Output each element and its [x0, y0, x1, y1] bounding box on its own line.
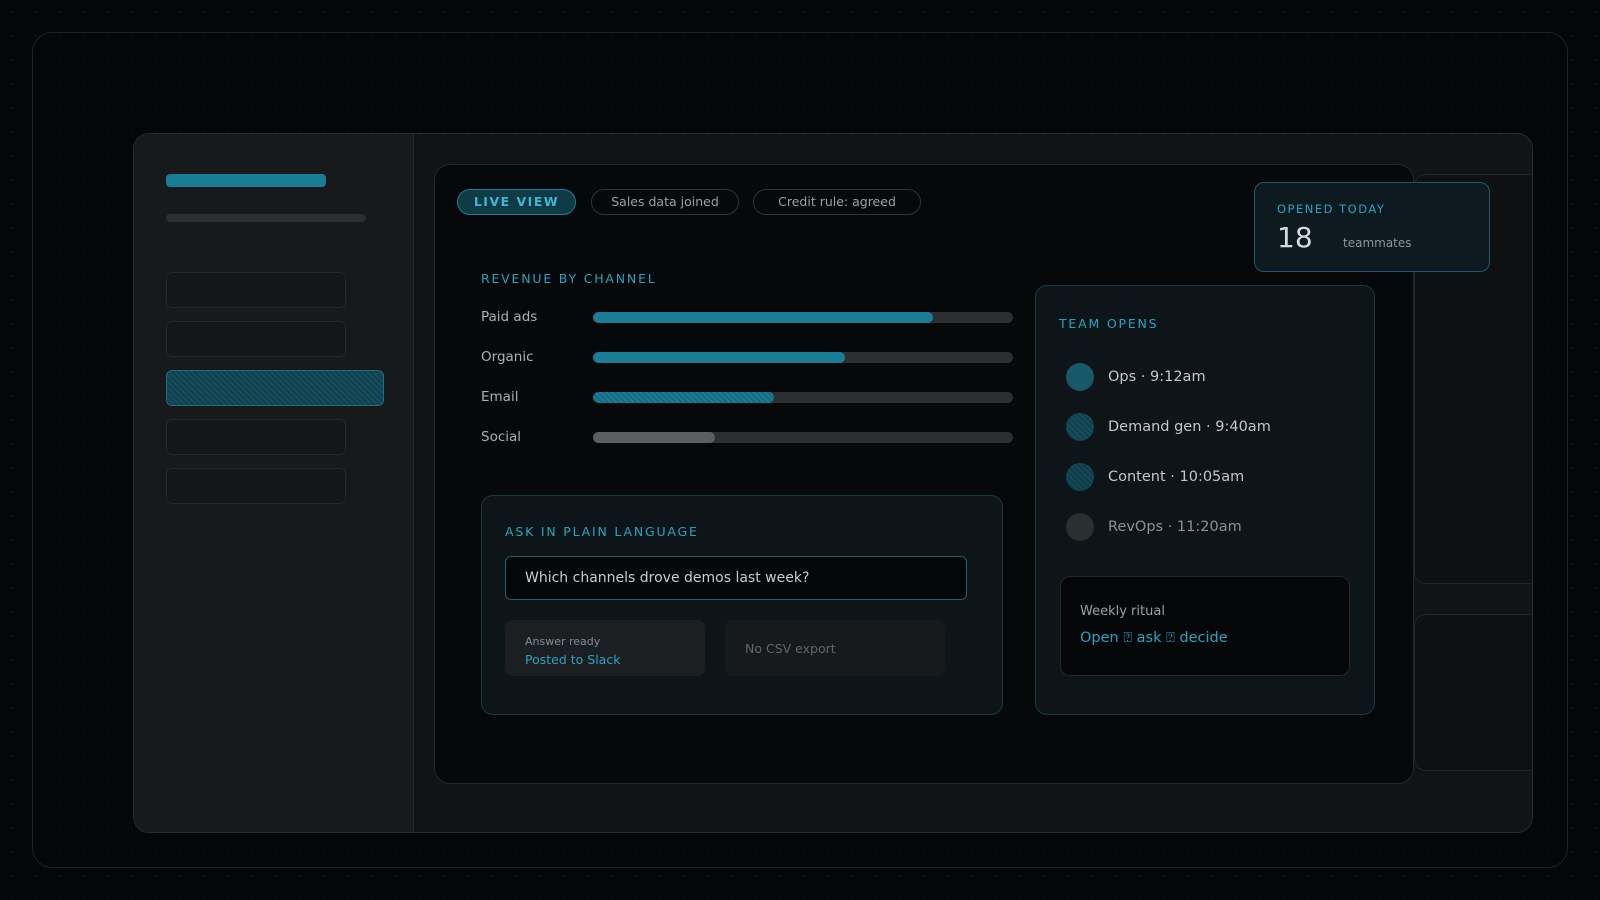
channel-bar-track — [593, 392, 1013, 403]
team-open-text: Content · 10:05am — [1108, 469, 1245, 485]
ask-query-input[interactable] — [505, 556, 967, 600]
opened-today-count: 18 — [1277, 221, 1313, 254]
weekly-ritual-label: Weekly ritual — [1080, 604, 1165, 619]
channel-label: Organic — [481, 349, 534, 365]
sidebar-item-4[interactable] — [166, 419, 346, 455]
sidebar — [134, 134, 414, 832]
revops-avatar-dot — [1066, 513, 1094, 541]
channel-bar-track — [593, 432, 1013, 443]
channel-bar-fill — [593, 352, 845, 363]
team-open-row: RevOps · 11:20am — [1066, 512, 1366, 542]
ask-card: ASK IN PLAIN LANGUAGE Answer ready Poste… — [481, 495, 1003, 715]
channel-bar-fill — [593, 432, 715, 443]
no-csv-card: No CSV export — [725, 620, 945, 676]
channel-bar-track — [593, 312, 1013, 323]
channel-bar-fill — [593, 312, 934, 323]
team-open-row: Demand gen · 9:40am — [1066, 412, 1366, 442]
weekly-ritual-value: Open ⍰ ask ⍰ decide — [1080, 630, 1228, 646]
sidebar-brand-placeholder — [166, 174, 326, 187]
weekly-ritual-card: Weekly ritual Open ⍰ ask ⍰ decide — [1060, 576, 1350, 676]
opened-today-label: OPENED TODAY — [1277, 202, 1386, 216]
channel-bar-fill — [593, 392, 774, 403]
channel-bar-track — [593, 352, 1013, 363]
no-csv-label: No CSV export — [745, 641, 836, 656]
sidebar-subtitle-placeholder — [166, 214, 366, 222]
channel-label: Social — [481, 429, 522, 445]
channel-label: Paid ads — [481, 309, 538, 325]
answer-card[interactable]: Answer ready Posted to Slack — [505, 620, 705, 676]
content-avatar-dot — [1066, 463, 1094, 491]
team-open-text: Demand gen · 9:40am — [1108, 419, 1271, 435]
demand-gen-avatar-dot — [1066, 413, 1094, 441]
team-opens-title: TEAM OPENS — [1059, 316, 1159, 331]
revenue-row-social: Social — [481, 427, 1013, 447]
sidebar-item-active[interactable] — [166, 370, 384, 406]
sidebar-item-2[interactable] — [166, 321, 346, 357]
live-view-badge[interactable]: LIVE VIEW — [457, 189, 576, 215]
team-open-row: Ops · 9:12am — [1066, 362, 1366, 392]
revenue-row-paid-ads: Paid ads — [481, 307, 1013, 327]
ask-title: ASK IN PLAIN LANGUAGE — [505, 524, 699, 539]
ops-avatar-dot — [1066, 363, 1094, 391]
team-open-text: Ops · 9:12am — [1108, 369, 1206, 385]
device-frame: LIVE VIEW Sales data joined Credit rule:… — [32, 32, 1568, 868]
posted-to-slack-link[interactable]: Posted to Slack — [525, 652, 620, 667]
team-opens-card: TEAM OPENS Ops · 9:12am Demand gen · 9:4… — [1035, 285, 1375, 715]
app-window: LIVE VIEW Sales data joined Credit rule:… — [133, 133, 1533, 833]
team-open-text: RevOps · 11:20am — [1108, 519, 1242, 535]
sales-data-pill[interactable]: Sales data joined — [591, 189, 739, 215]
revenue-title: REVENUE BY CHANNEL — [481, 271, 657, 286]
revenue-row-organic: Organic — [481, 347, 1013, 367]
background-panel-lower — [1414, 614, 1532, 771]
sidebar-item-5[interactable] — [166, 468, 346, 504]
opened-today-unit: teammates — [1343, 236, 1412, 250]
opened-today-card: OPENED TODAY 18 teammates — [1254, 182, 1490, 272]
revenue-row-email: Email — [481, 387, 1013, 407]
sidebar-item-1[interactable] — [166, 272, 346, 308]
credit-rule-pill[interactable]: Credit rule: agreed — [753, 189, 921, 215]
team-open-row: Content · 10:05am — [1066, 462, 1366, 492]
channel-label: Email — [481, 389, 519, 405]
answer-caption: Answer ready — [525, 635, 601, 648]
